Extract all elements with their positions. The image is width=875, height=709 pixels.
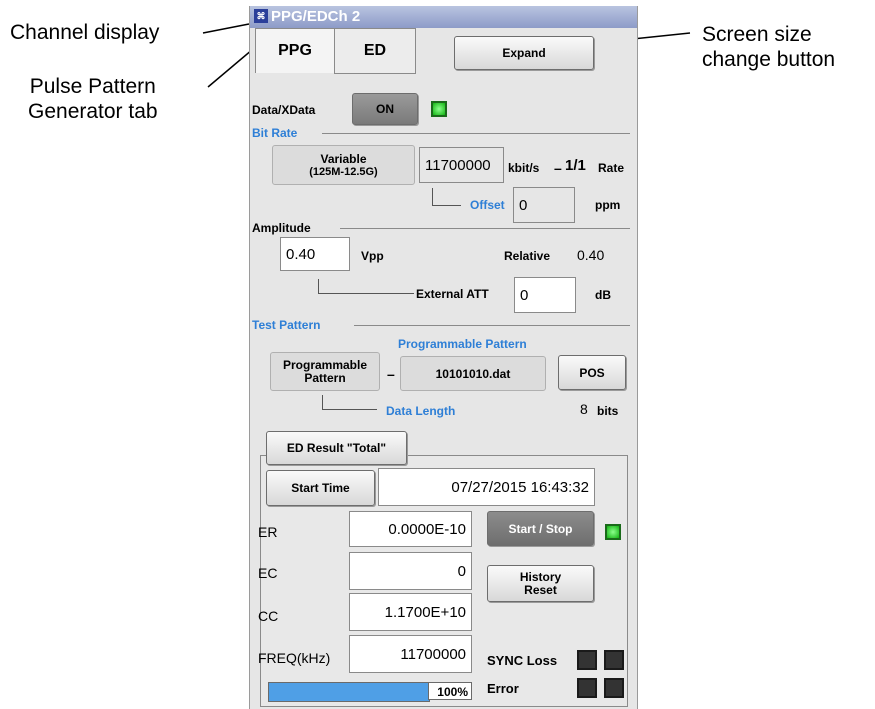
pattern-type-button[interactable]: Programmable Pattern bbox=[270, 352, 380, 391]
er-label: ER bbox=[258, 524, 278, 540]
data-output-led bbox=[431, 101, 447, 117]
data-xdata-label: Data/XData bbox=[252, 103, 316, 117]
callout-screen-size-line2: change button bbox=[702, 48, 836, 71]
cc-field: 1.1700E+10 bbox=[349, 593, 472, 631]
offset-bracket bbox=[432, 188, 461, 206]
pattern-type-line2: Pattern bbox=[304, 370, 346, 385]
bit-rate-field[interactable]: 11700000 bbox=[419, 147, 504, 183]
history-reset-button[interactable]: History Reset bbox=[487, 565, 594, 602]
tab-ed[interactable]: ED bbox=[334, 28, 416, 74]
data-length-value: 8 bbox=[580, 401, 588, 417]
offset-label: Offset bbox=[470, 198, 505, 212]
bit-rate-section-title: Bit Rate bbox=[252, 126, 298, 140]
error-led-2 bbox=[604, 678, 624, 698]
relative-value: 0.40 bbox=[577, 247, 605, 263]
expand-button[interactable]: Expand bbox=[454, 36, 594, 70]
callout-screen-size-line1: Screen size bbox=[702, 23, 812, 46]
bit-rate-divider bbox=[322, 133, 630, 134]
freq-label: FREQ(kHz) bbox=[258, 650, 331, 666]
test-pattern-divider bbox=[354, 325, 630, 326]
progress-text: 100% bbox=[428, 682, 472, 700]
pattern-file-button[interactable]: 10101010.dat bbox=[400, 356, 546, 391]
sync-loss-led-2 bbox=[604, 650, 624, 670]
callout-ppg-tab-line2: Generator tab bbox=[28, 100, 158, 123]
external-att-label: External ATT bbox=[416, 287, 489, 301]
start-time-field: 07/27/2015 16:43:32 bbox=[378, 468, 595, 506]
amplitude-unit: Vpp bbox=[361, 249, 384, 263]
test-pattern-section-title: Test Pattern bbox=[252, 318, 321, 332]
sync-loss-label: SYNC Loss bbox=[487, 653, 558, 668]
amplitude-section-title: Amplitude bbox=[252, 221, 311, 235]
callout-ppg-tab-line1: Pulse Pattern bbox=[29, 75, 156, 98]
callout-channel-display: Channel display bbox=[10, 21, 160, 44]
tab-ppg[interactable]: PPG bbox=[255, 28, 335, 73]
progress-bar bbox=[268, 682, 430, 702]
cc-label: CC bbox=[258, 608, 279, 624]
error-label: Error bbox=[487, 681, 519, 696]
callout-screen-size: Screen size change button bbox=[702, 22, 835, 72]
data-length-label: Data Length bbox=[386, 404, 456, 418]
bit-rate-dash: – bbox=[554, 160, 562, 176]
ed-result-button[interactable]: ED Result "Total" bbox=[266, 431, 407, 465]
history-reset-line1: History bbox=[519, 569, 562, 584]
external-att-bracket bbox=[318, 279, 414, 294]
amplitude-field[interactable]: 0.40 bbox=[280, 237, 350, 271]
external-att-unit: dB bbox=[595, 288, 611, 302]
amplitude-divider bbox=[340, 228, 630, 229]
start-stop-button[interactable]: Start / Stop bbox=[487, 511, 594, 546]
channel-display-titlebar: ⌘ PPG/EDCh 2 bbox=[250, 6, 637, 28]
freq-field: 11700000 bbox=[349, 635, 472, 673]
data-length-unit: bits bbox=[597, 404, 619, 418]
er-field: 0.0000E-10 bbox=[349, 511, 472, 547]
error-led-1 bbox=[577, 678, 597, 698]
pos-button[interactable]: POS bbox=[558, 355, 626, 390]
programmable-pattern-header: Programmable Pattern bbox=[398, 337, 527, 351]
pattern-dash: – bbox=[387, 366, 395, 382]
ec-field: 0 bbox=[349, 552, 472, 590]
bit-rate-ratio: 1/1 bbox=[565, 157, 586, 174]
ec-label: EC bbox=[258, 565, 278, 581]
start-stop-led bbox=[605, 524, 621, 540]
start-time-button[interactable]: Start Time bbox=[266, 470, 375, 506]
bit-rate-mode-button[interactable]: Variable (125M-12.5G) bbox=[272, 145, 415, 185]
callout-ppg-tab: Pulse Pattern Generator tab bbox=[28, 74, 158, 124]
external-att-field[interactable]: 0 bbox=[514, 277, 576, 313]
app-icon: ⌘ bbox=[254, 9, 268, 23]
bit-rate-mode-line2: (125M-12.5G) bbox=[309, 166, 378, 178]
data-on-button[interactable]: ON bbox=[352, 93, 418, 125]
pattern-type-line1: Programmable bbox=[282, 357, 368, 372]
offset-field[interactable]: 0 bbox=[513, 187, 575, 223]
history-reset-line2: Reset bbox=[524, 582, 557, 597]
bit-rate-unit: kbit/s bbox=[508, 161, 540, 175]
window-title: PPG/EDCh 2 bbox=[271, 8, 361, 25]
ppg-ed-panel: ⌘ PPG/EDCh 2 PPG ED Expand Data/XData ON… bbox=[249, 6, 638, 709]
relative-label: Relative bbox=[504, 249, 551, 263]
offset-unit: ppm bbox=[595, 198, 621, 212]
data-length-bracket bbox=[322, 395, 377, 410]
bit-rate-rate-label: Rate bbox=[598, 161, 625, 175]
sync-loss-led-1 bbox=[577, 650, 597, 670]
bit-rate-mode-line1: Variable bbox=[320, 152, 367, 166]
